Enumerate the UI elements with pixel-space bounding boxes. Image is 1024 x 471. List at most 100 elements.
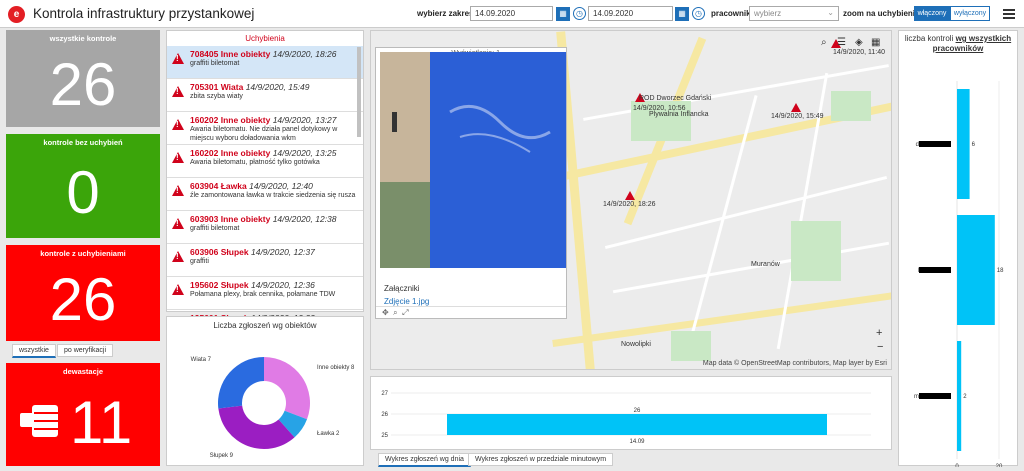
popup-toolbar: ✥ ⌕ ⤢ xyxy=(376,306,566,320)
chevron-down-icon: ⌄ xyxy=(827,8,834,17)
map-label: Muranów xyxy=(751,261,780,268)
filter-tab-verified[interactable]: po weryfikacji xyxy=(57,344,114,357)
issue-time: 14/9/2020, 13:25 xyxy=(272,148,337,158)
issue-id: 603906 Słupek xyxy=(190,247,249,257)
kpi-title: kontrole bez uchybień xyxy=(43,138,123,147)
range-label: wybierz zakres xyxy=(417,9,474,18)
issues-list: 708405 Inne obiekty 14/9/2020, 18:26 gra… xyxy=(167,46,363,343)
issue-description: zbita szyba wiaty xyxy=(190,93,243,100)
attachment-photo[interactable] xyxy=(380,52,566,268)
issue-list-item[interactable]: 160202 Inne obiekty 14/9/2020, 13:25 Awa… xyxy=(167,145,363,178)
issue-description: graffiti biletomat xyxy=(190,225,240,232)
issue-list-item[interactable]: 195602 Słupek 14/9/2020, 12:36 Połamana … xyxy=(167,277,363,310)
issue-time: 14/9/2020, 12:37 xyxy=(250,247,315,257)
kpi-title: dewastacje xyxy=(62,367,104,376)
map-attribution: Map data © OpenStreetMap contributors, M… xyxy=(702,360,887,367)
donut-label: Ławka 2 xyxy=(317,431,340,437)
tab-minute-chart[interactable]: Wykres zgłoszeń w przedziale minutowym xyxy=(468,453,614,466)
kpi-title: wszystkie kontrole xyxy=(49,34,117,43)
scrollbar[interactable] xyxy=(357,47,361,137)
warning-icon xyxy=(172,86,184,97)
warning-icon xyxy=(172,152,184,163)
bar xyxy=(957,89,970,199)
y-tick-label: 27 xyxy=(381,391,388,397)
worker-select[interactable]: wybierz ⌄ xyxy=(749,6,839,21)
bar xyxy=(957,215,995,325)
issue-description: Awaria biletomatu. Nie działa panel doty… xyxy=(190,126,338,142)
calendar-icon[interactable]: ▦ xyxy=(556,7,570,21)
issue-marker[interactable] xyxy=(791,103,801,112)
worker-label: pracownik: xyxy=(711,9,754,18)
issue-list-item[interactable]: 603904 Ławka 14/9/2020, 12:40 źle zamont… xyxy=(167,178,363,211)
y-tick-label: m xyxy=(914,394,919,400)
date-from-input[interactable]: 14.09.2020 xyxy=(470,6,553,21)
tab-daily-chart[interactable]: Wykres zgłoszeń wg dnia xyxy=(378,453,471,467)
zoom-in-icon[interactable]: + xyxy=(876,327,882,339)
map-panel[interactable]: ROD Dworzec Gdański Plywalnia Inflancka … xyxy=(370,30,892,370)
date-to-input[interactable]: 14.09.2020 xyxy=(588,6,673,21)
worker-placeholder: wybierz xyxy=(754,9,782,18)
worker-bar-chart: 6 d 18 l 2 m 0 20 xyxy=(914,81,1004,467)
zoom-off-toggle[interactable]: wyłączony xyxy=(950,6,990,21)
issue-description: źle zamontowana ławka w trakcie siedzeni… xyxy=(190,192,356,199)
issue-id: 603904 Ławka xyxy=(190,181,247,191)
calendar-icon[interactable]: ▦ xyxy=(675,7,689,21)
basemap-icon[interactable]: ▦ xyxy=(871,37,880,48)
warning-icon xyxy=(172,53,184,64)
bar-value-label: 6 xyxy=(972,142,976,148)
bar-value-label: 2 xyxy=(963,394,967,400)
move-icon[interactable]: ✥ xyxy=(382,308,389,317)
issue-id: 705301 Wiata xyxy=(190,82,244,92)
zoom-on-toggle[interactable]: włączony xyxy=(914,6,950,21)
map-label: 14/9/2020, 10:56 xyxy=(633,105,686,112)
donut-chart: Wiata 7 Inne obiekty 8 Ławka 2 Słupek 9 xyxy=(191,357,355,459)
zoom-icon[interactable]: ⌕ xyxy=(393,308,397,317)
layers-icon[interactable]: ◈ xyxy=(855,37,863,48)
issue-list-item[interactable]: 160202 Inne obiekty 14/9/2020, 13:27 Awa… xyxy=(167,112,363,145)
photo-popup: Wyświetlanie: 1 Załączniki Zdjęcie 1.jpg… xyxy=(375,47,567,319)
issue-id: 160202 Inne obiekty xyxy=(190,148,271,158)
warning-icon xyxy=(172,218,184,229)
issue-list-item[interactable]: 603903 Inne obiekty 14/9/2020, 12:38 gra… xyxy=(167,211,363,244)
y-tick-label: 25 xyxy=(381,433,388,439)
issue-id: 160202 Inne obiekty xyxy=(190,115,271,125)
x-tick-label: 20 xyxy=(996,464,1003,467)
attachment-link[interactable]: Zdjęcie 1.jpg xyxy=(384,297,429,306)
app-header: e Kontrola infrastruktury przystankowej … xyxy=(0,0,1024,28)
warning-icon xyxy=(172,119,184,130)
issue-time: 14/9/2020, 12:38 xyxy=(272,214,337,224)
map-label: 14/9/2020, 11:40 xyxy=(833,49,886,56)
issue-description: graffiti biletomat xyxy=(190,60,240,67)
expand-icon[interactable]: ⤢ xyxy=(402,308,408,317)
issue-list-item[interactable]: 705301 Wiata 14/9/2020, 15:49 zbita szyb… xyxy=(167,79,363,112)
clock-icon[interactable]: ◷ xyxy=(573,7,586,20)
redacted-name xyxy=(919,393,951,399)
map-label: Nowolipki xyxy=(621,341,651,348)
issue-description: Połamana plexy, brak cennika, połamane T… xyxy=(190,291,336,298)
donut-label: Inne obiekty 8 xyxy=(317,365,355,371)
zoom-out-icon[interactable]: − xyxy=(877,341,883,353)
list-icon[interactable]: ☰ xyxy=(837,37,846,48)
issue-header: 603904 Ławka 14/9/2020, 12:40 xyxy=(190,181,359,191)
issue-list-item[interactable]: 708405 Inne obiekty 14/9/2020, 18:26 gra… xyxy=(167,46,363,79)
issue-header: 195602 Słupek 14/9/2020, 12:36 xyxy=(190,280,359,290)
search-icon[interactable]: ⌕ xyxy=(821,37,827,48)
donut-panel: Liczba zgłoszeń wg obiektów Wiata 7 Inne … xyxy=(166,316,364,466)
logo-icon: e xyxy=(8,6,25,23)
daily-chart-panel: 25 26 27 26 14.09 xyxy=(370,376,892,450)
kpi-value: 11 xyxy=(70,389,133,456)
kpi-value: 26 xyxy=(49,266,117,333)
kpi-with-issues: kontrole z uchybieniami 26 xyxy=(6,245,160,341)
donut-slice xyxy=(218,357,264,409)
redacted-name xyxy=(919,267,951,273)
kpi-all-controls: wszystkie kontrole 26 xyxy=(6,30,160,127)
clock-icon[interactable]: ◷ xyxy=(692,7,705,20)
daily-bar-chart: 25 26 27 26 14.09 xyxy=(381,391,871,445)
issue-list-item[interactable]: 603906 Słupek 14/9/2020, 12:37 graffiti xyxy=(167,244,363,277)
issue-description: graffiti xyxy=(190,258,209,265)
issue-header: 705301 Wiata 14/9/2020, 15:49 xyxy=(190,82,359,92)
menu-icon[interactable] xyxy=(1003,7,1015,21)
filter-tab-all[interactable]: wszystkie xyxy=(12,344,56,358)
bar-value-label: 26 xyxy=(634,408,641,414)
issue-marker[interactable] xyxy=(625,191,635,200)
